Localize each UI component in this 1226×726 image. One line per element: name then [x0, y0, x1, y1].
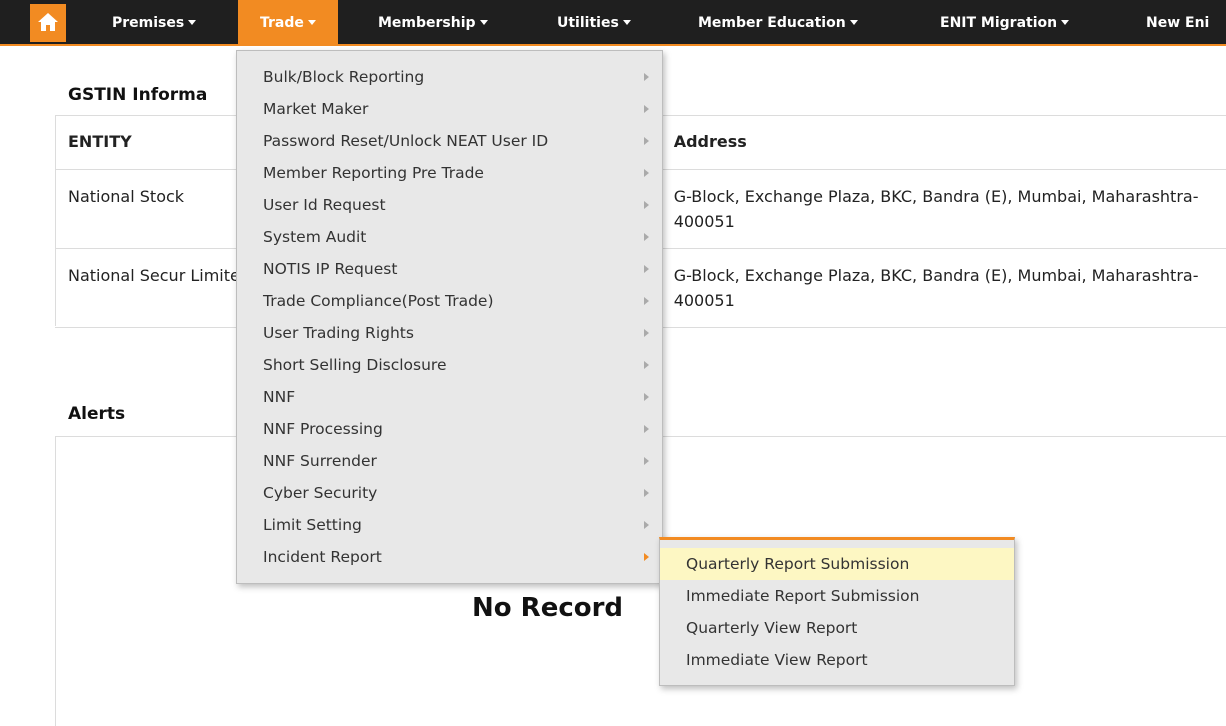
caret-down-icon: [307, 19, 316, 25]
column-header-address: Address: [660, 115, 1226, 170]
menu-item-label: NNF: [263, 388, 296, 406]
nav-utilities[interactable]: Utilities: [557, 0, 631, 46]
home-icon: [38, 13, 58, 31]
menu-item-label: NNF Processing: [263, 420, 383, 438]
menu-item-limit-setting[interactable]: Limit Setting: [237, 509, 662, 541]
nav-new-enit[interactable]: New Eni: [1146, 0, 1209, 46]
no-record-message: No Record: [472, 593, 624, 623]
chevron-right-icon: [644, 105, 649, 113]
nav-member-education[interactable]: Member Education: [698, 0, 858, 46]
home-button[interactable]: [30, 4, 66, 42]
caret-down-icon: [1061, 19, 1070, 25]
alerts-section-title: Alerts: [68, 404, 126, 424]
chevron-right-icon: [644, 201, 649, 209]
menu-item-label: NNF Surrender: [263, 452, 377, 470]
chevron-right-icon: [644, 265, 649, 273]
chevron-right-icon: [644, 137, 649, 145]
menu-item-label: Trade Compliance(Post Trade): [263, 292, 494, 310]
submenu-item-quarterly-report-submission[interactable]: Quarterly Report Submission: [660, 548, 1014, 580]
chevron-right-icon: [644, 169, 649, 177]
submenu-item-label: Immediate View Report: [686, 651, 868, 669]
nav-label: New Eni: [1146, 15, 1210, 31]
menu-item-bulk-block-reporting[interactable]: Bulk/Block Reporting: [237, 61, 662, 93]
submenu-item-quarterly-view-report[interactable]: Quarterly View Report: [660, 612, 1014, 644]
address-cell: G-Block, Exchange Plaza, BKC, Bandra (E)…: [660, 169, 1226, 249]
menu-item-nnf-processing[interactable]: NNF Processing: [237, 413, 662, 445]
menu-item-label: Limit Setting: [263, 516, 362, 534]
menu-item-label: Incident Report: [263, 548, 382, 566]
incident-report-submenu: Quarterly Report Submission Immediate Re…: [659, 537, 1015, 686]
nav-premises[interactable]: Premises: [112, 0, 197, 46]
menu-item-user-id-request[interactable]: User Id Request: [237, 189, 662, 221]
trade-dropdown-menu: Bulk/Block Reporting Market Maker Passwo…: [236, 50, 663, 584]
menu-item-label: Market Maker: [263, 100, 369, 118]
menu-item-user-trading-rights[interactable]: User Trading Rights: [237, 317, 662, 349]
menu-item-notis-ip-request[interactable]: NOTIS IP Request: [237, 253, 662, 285]
submenu-item-label: Quarterly Report Submission: [686, 555, 910, 573]
menu-item-nnf-surrender[interactable]: NNF Surrender: [237, 445, 662, 477]
menu-item-label: Short Selling Disclosure: [263, 356, 447, 374]
menu-item-short-selling-disclosure[interactable]: Short Selling Disclosure: [237, 349, 662, 381]
chevron-right-icon: [644, 329, 649, 337]
menu-item-label: Bulk/Block Reporting: [263, 68, 425, 86]
nav-label: Member Education: [698, 15, 846, 31]
menu-item-label: User Trading Rights: [263, 324, 414, 342]
menu-item-label: User Id Request: [263, 196, 386, 214]
top-navbar: Premises Trade Membership Utilities Memb…: [0, 0, 1226, 46]
chevron-right-icon: [644, 361, 649, 369]
chevron-right-icon: [644, 425, 649, 433]
chevron-right-icon: [644, 521, 649, 529]
nav-membership[interactable]: Membership: [378, 0, 488, 46]
menu-item-label: Password Reset/Unlock NEAT User ID: [263, 132, 549, 150]
gstin-section-title: GSTIN Informa: [68, 85, 208, 105]
nav-label: ENIT Migration: [940, 15, 1058, 31]
address-cell: G-Block, Exchange Plaza, BKC, Bandra (E)…: [660, 248, 1226, 328]
nav-label: Utilities: [557, 15, 619, 31]
nav-label: Trade: [260, 15, 304, 31]
submenu-item-label: Immediate Report Submission: [686, 587, 920, 605]
chevron-right-icon: [644, 489, 649, 497]
nav-trade[interactable]: Trade: [238, 0, 338, 46]
chevron-right-icon: [644, 233, 649, 241]
nav-label: Premises: [112, 15, 185, 31]
menu-item-trade-compliance[interactable]: Trade Compliance(Post Trade): [237, 285, 662, 317]
chevron-right-icon: [644, 297, 649, 305]
caret-down-icon: [622, 19, 631, 25]
submenu-item-label: Quarterly View Report: [686, 619, 858, 637]
menu-item-password-reset[interactable]: Password Reset/Unlock NEAT User ID: [237, 125, 662, 157]
menu-item-market-maker[interactable]: Market Maker: [237, 93, 662, 125]
chevron-right-icon: [644, 457, 649, 465]
menu-item-member-reporting-pre-trade[interactable]: Member Reporting Pre Trade: [237, 157, 662, 189]
menu-item-label: System Audit: [263, 228, 367, 246]
menu-item-incident-report[interactable]: Incident Report: [237, 541, 662, 573]
menu-item-label: Cyber Security: [263, 484, 378, 502]
submenu-item-immediate-view-report[interactable]: Immediate View Report: [660, 644, 1014, 676]
menu-item-label: Member Reporting Pre Trade: [263, 164, 484, 182]
menu-item-label: NOTIS IP Request: [263, 260, 398, 278]
chevron-right-icon: [644, 393, 649, 401]
caret-down-icon: [849, 19, 858, 25]
nav-label: Membership: [378, 15, 476, 31]
chevron-right-icon: [644, 553, 649, 561]
nav-enit-migration[interactable]: ENIT Migration: [940, 0, 1070, 46]
chevron-right-icon: [644, 73, 649, 81]
menu-item-cyber-security[interactable]: Cyber Security: [237, 477, 662, 509]
caret-down-icon: [188, 19, 197, 25]
caret-down-icon: [479, 19, 488, 25]
submenu-item-immediate-report-submission[interactable]: Immediate Report Submission: [660, 580, 1014, 612]
menu-item-nnf[interactable]: NNF: [237, 381, 662, 413]
menu-item-system-audit[interactable]: System Audit: [237, 221, 662, 253]
